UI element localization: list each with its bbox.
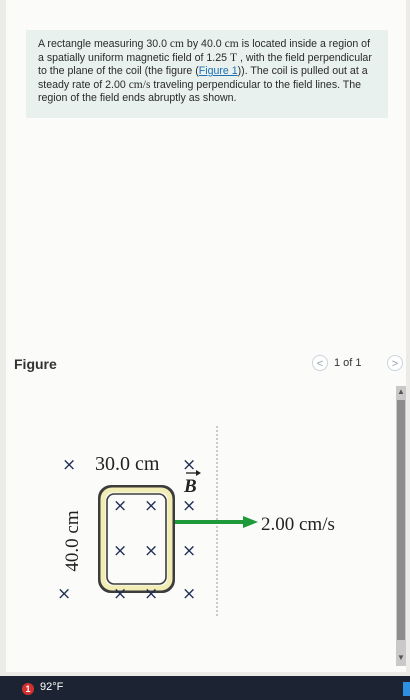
unit-tesla: T: [229, 51, 237, 64]
problem-text: by 40.0: [183, 38, 225, 50]
notification-badge[interactable]: 1: [22, 683, 34, 695]
field-x-mark: ×: [113, 584, 127, 604]
field-x-mark: ×: [182, 496, 196, 516]
field-x-mark: ×: [144, 496, 158, 516]
field-x-mark: ×: [182, 455, 196, 475]
figure-pager-label: 1 of 1: [334, 357, 362, 369]
problem-statement: A rectangle measuring 30.0 cm by 40.0 cm…: [26, 30, 388, 118]
unit-cm: cm: [169, 38, 184, 50]
next-figure-button[interactable]: >: [387, 355, 403, 371]
scroll-down-icon[interactable]: ▼: [396, 652, 406, 664]
problem-text: A rectangle measuring 30.0: [38, 38, 170, 50]
field-x-mark: ×: [182, 584, 196, 604]
previous-figure-button[interactable]: <: [312, 355, 328, 371]
weather-temperature[interactable]: 92°F: [40, 681, 63, 693]
field-vector-arrow-head: [196, 470, 201, 476]
velocity-label: 2.00 cm/s: [261, 514, 335, 535]
scroll-up-icon[interactable]: ▲: [396, 386, 406, 398]
height-label: 40.0 cm: [62, 510, 83, 571]
width-label: 30.0 cm: [95, 453, 160, 475]
tray-icon[interactable]: [403, 682, 410, 696]
field-x-mark: ×: [57, 584, 71, 604]
velocity-arrow-head: [243, 516, 258, 528]
taskbar: 1 92°F: [0, 676, 410, 700]
coil-diagram: × × × × × × × × × × × × 30.0 cm 40.0 cm …: [57, 426, 335, 616]
figure-image: × × × × × × × × × × × × 30.0 cm 40.0 cm …: [20, 384, 380, 674]
field-label: B: [183, 476, 197, 497]
field-x-mark: ×: [62, 455, 76, 475]
figure-title: Figure: [14, 356, 57, 372]
field-x-mark: ×: [113, 541, 127, 561]
figure-link[interactable]: Figure 1: [199, 65, 238, 77]
scrollbar-thumb[interactable]: [397, 400, 405, 640]
field-x-mark: ×: [113, 496, 127, 516]
unit-cm: cm: [224, 38, 239, 50]
figure-header: Figure < 1 of 1 >: [14, 355, 403, 378]
unit-speed: cm/s: [128, 78, 151, 91]
coil-outer-border: [98, 485, 175, 593]
field-x-mark: ×: [144, 584, 158, 604]
field-x-mark: ×: [182, 541, 196, 561]
field-x-mark: ×: [144, 541, 158, 561]
